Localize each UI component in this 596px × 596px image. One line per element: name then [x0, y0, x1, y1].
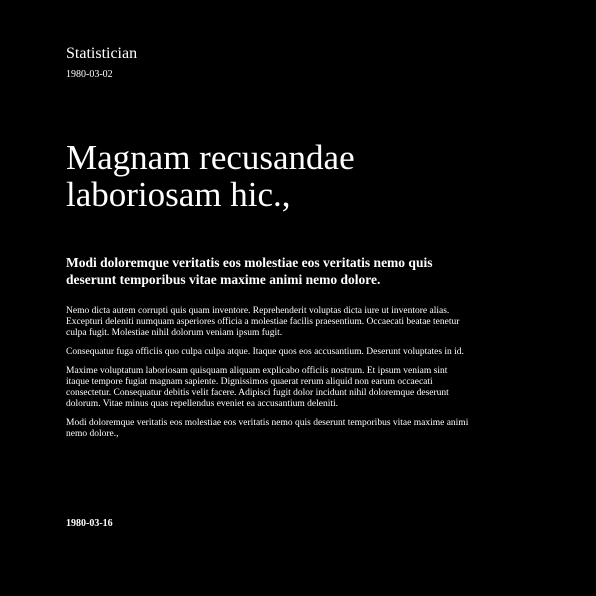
- document-page: Statistician 1980-03-02 Magnam recusanda…: [0, 0, 596, 596]
- document-subtitle: Modi doloremque veritatis eos molestiae …: [66, 255, 433, 287]
- document-date: 1980-03-02: [66, 69, 113, 80]
- author-name: Statistician: [66, 45, 138, 62]
- body-paragraph: Consequatur fuga officiis quo culpa culp…: [66, 347, 464, 357]
- document-title: Magnam recusandae laboriosam hic.,: [66, 138, 355, 214]
- body-paragraph: Nemo dicta autem corrupti quis quam inve…: [66, 306, 460, 338]
- footer-date: 1980-03-16: [66, 518, 113, 529]
- document-body: Nemo dicta autem corrupti quis quam inve…: [66, 306, 470, 448]
- body-paragraph: Maxime voluptatum laboriosam quisquam al…: [66, 366, 449, 409]
- body-paragraph: Modi doloremque veritatis eos molestiae …: [66, 418, 469, 439]
